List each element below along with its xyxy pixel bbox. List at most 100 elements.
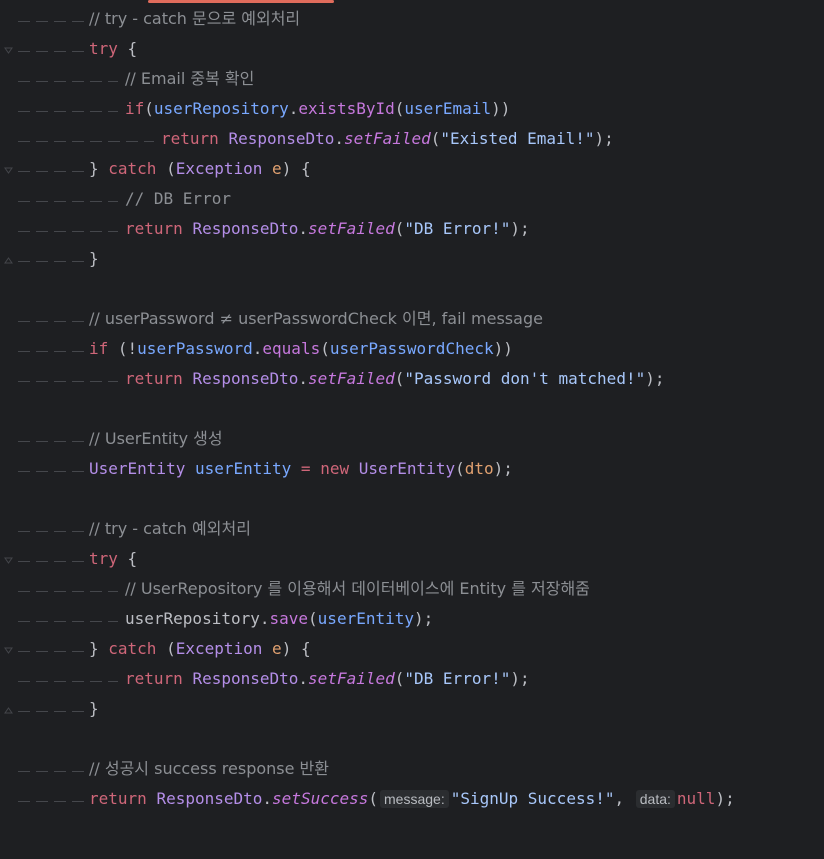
indent-gutter (0, 423, 90, 453)
code-line[interactable]: } (0, 243, 824, 273)
code-line[interactable]: return ResponseDto.setFailed("DB Error!"… (0, 663, 824, 693)
param-name: e (272, 639, 282, 658)
keyword-return: return (125, 219, 183, 238)
code-line[interactable]: if (!userPassword.equals(userPasswordChe… (0, 333, 824, 363)
code-text: // try - catch 문으로 예외처리 (89, 9, 300, 29)
code-line[interactable]: try { (0, 543, 824, 573)
code-line[interactable]: return ResponseDto.setSuccess(message: "S… (0, 783, 824, 813)
class-name: UserEntity (358, 459, 456, 478)
code-line[interactable]: // try - catch 문으로 예외처리 (0, 3, 824, 33)
indent-gutter (0, 453, 90, 483)
code-text: // UserEntity 생성 (89, 429, 223, 449)
punct: ( (144, 99, 154, 118)
indent-gutter (0, 63, 118, 93)
code-line[interactable]: UserEntity userEntity = new UserEntity(d… (0, 453, 824, 483)
code-text: try { (89, 39, 137, 59)
indent-gutter (0, 633, 90, 663)
indent-gutter (0, 123, 154, 153)
code-line[interactable]: // try - catch 예외처리 (0, 513, 824, 543)
keyword-try: try (89, 549, 118, 568)
indent-gutter (0, 333, 90, 363)
string-literal: "DB Error!" (404, 219, 511, 238)
punct: ); (510, 669, 530, 688)
code-text: if(userRepository.existsById(userEmail)) (125, 99, 510, 119)
punct: ); (510, 219, 530, 238)
class-name: ResponseDto (228, 129, 335, 148)
code-line[interactable]: return ResponseDto.setFailed("Password d… (0, 363, 824, 393)
fold-icon[interactable] (4, 556, 13, 565)
parameter-hint: message: (380, 790, 449, 808)
code-text: // UserRepository 를 이용해서 데이터베이스에 Entity … (125, 579, 590, 599)
fold-end-icon[interactable] (4, 706, 13, 715)
method-name: setFailed (308, 219, 395, 238)
string-literal: "DB Error!" (404, 669, 511, 688)
comment: // userPassword ≠ userPasswordCheck 이면, … (89, 309, 543, 328)
indent-gutter (0, 33, 90, 63)
punct: . (298, 219, 309, 238)
fold-icon[interactable] (4, 46, 13, 55)
comment: // 성공시 success response 반환 (89, 759, 329, 778)
indent-gutter (0, 693, 90, 723)
code-line[interactable]: return ResponseDto.setFailed("Existed Em… (0, 123, 824, 153)
indent-gutter (0, 3, 90, 33)
punct: ( (394, 219, 405, 238)
comment: // UserEntity 생성 (89, 429, 223, 448)
code-line[interactable]: // userPassword ≠ userPasswordCheck 이면, … (0, 303, 824, 333)
keyword-catch: catch (108, 639, 157, 658)
code-line[interactable]: if(userRepository.existsById(userEmail)) (0, 93, 824, 123)
punct: ( (394, 369, 405, 388)
code-editor[interactable]: // try - catch 문으로 예외처리 try { // Email 중… (0, 0, 824, 819)
code-line[interactable]: userRepository.save(userEntity); (0, 603, 824, 633)
code-line[interactable]: } catch (Exception e) { (0, 633, 824, 663)
punct: ( (455, 459, 465, 478)
fold-end-icon[interactable] (4, 256, 13, 265)
identifier: userPassword (137, 339, 253, 358)
punct: )) (493, 339, 513, 358)
indent-gutter (0, 363, 118, 393)
code-line[interactable]: } (0, 693, 824, 723)
keyword-if: if (125, 99, 145, 118)
code-line[interactable]: // 성공시 success response 반환 (0, 753, 824, 783)
punct: . (262, 789, 273, 808)
code-line[interactable]: } catch (Exception e) { (0, 153, 824, 183)
indent-gutter (0, 153, 90, 183)
class-name: UserEntity (89, 459, 186, 478)
punct: ); (493, 459, 513, 478)
code-text: return ResponseDto.setSuccess(message: "S… (89, 789, 735, 809)
method-name: save (269, 609, 309, 628)
code-line[interactable]: return ResponseDto.setFailed("DB Error!"… (0, 213, 824, 243)
class-name: ResponseDto (192, 669, 299, 688)
punct: ( (308, 609, 318, 628)
string-literal: "SignUp Success!" (450, 789, 615, 808)
punct: ( (156, 159, 176, 178)
code-text: } catch (Exception e) { (89, 639, 311, 659)
punct: )) (491, 99, 511, 118)
code-line[interactable]: // DB Error (0, 183, 824, 213)
punct: , (614, 789, 625, 808)
code-text: return ResponseDto.setFailed("Existed Em… (161, 129, 614, 149)
method-name: setFailed (308, 669, 395, 688)
punct: . (252, 339, 263, 358)
indent-gutter (0, 753, 90, 783)
method-name: setFailed (308, 369, 395, 388)
code-line[interactable]: // Email 중복 확인 (0, 63, 824, 93)
param-name: e (272, 159, 282, 178)
keyword-return: return (161, 129, 219, 148)
identifier: userPasswordCheck (329, 339, 494, 358)
class-name: ResponseDto (192, 369, 299, 388)
code-text: // Email 중복 확인 (125, 69, 254, 89)
code-line[interactable]: // UserRepository 를 이용해서 데이터베이스에 Entity … (0, 573, 824, 603)
indent-gutter (0, 573, 118, 603)
method-name: existsById (298, 99, 395, 118)
fold-icon[interactable] (4, 646, 13, 655)
comment: // DB Error (125, 189, 231, 208)
punct: (! (108, 339, 138, 358)
code-line[interactable]: try { (0, 33, 824, 63)
punct: . (259, 609, 270, 628)
comment: // try - catch 문으로 예외처리 (89, 9, 301, 28)
code-line[interactable]: // UserEntity 생성 (0, 423, 824, 453)
fold-icon[interactable] (4, 166, 13, 175)
code-text: return ResponseDto.setFailed("DB Error!"… (125, 219, 530, 239)
